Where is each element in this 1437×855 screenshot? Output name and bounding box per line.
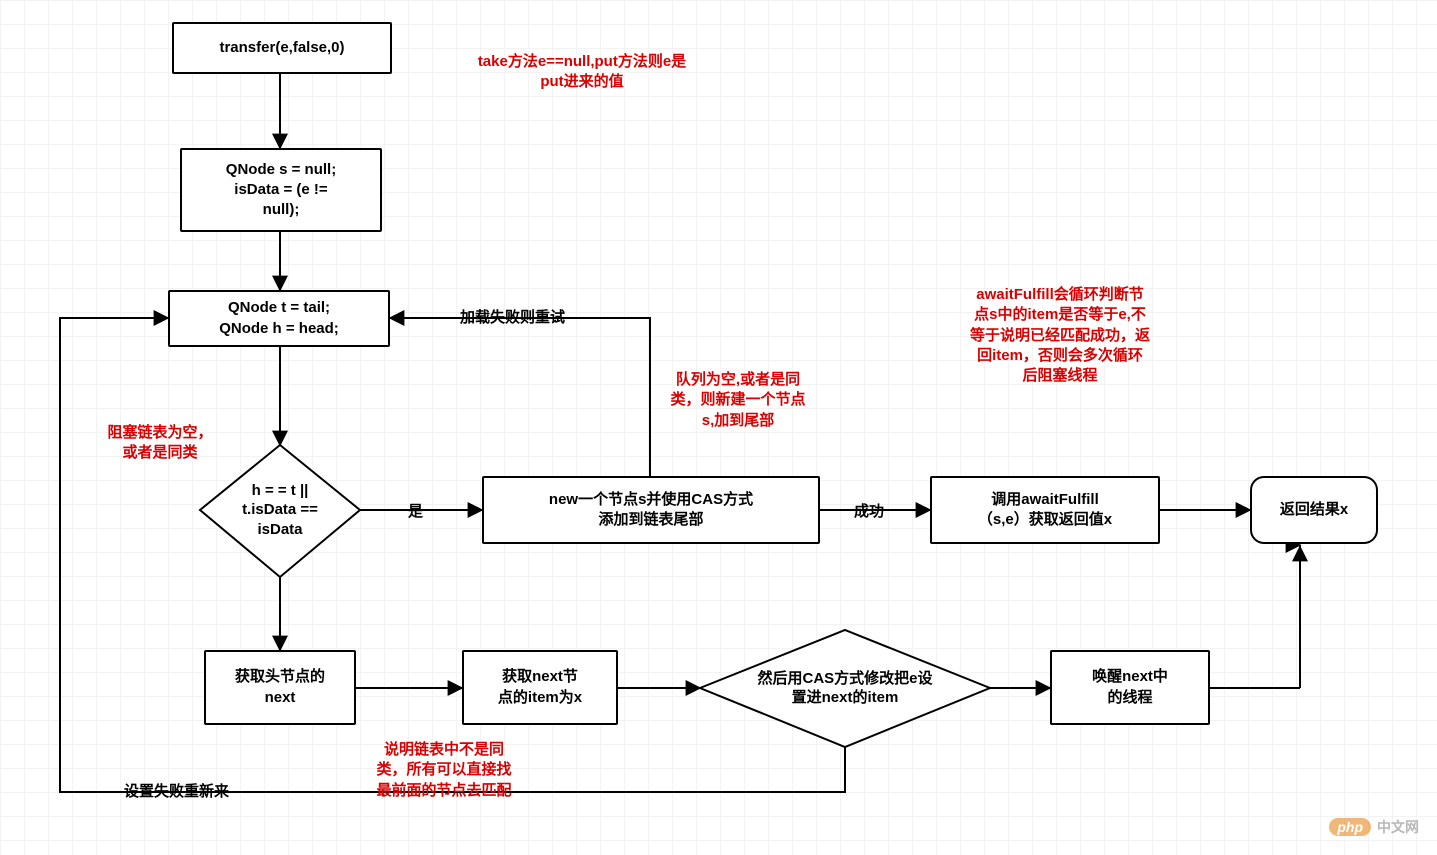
- note-not-same: 说明链表中不是同 类，所有可以直接找 最前面的节点去匹配: [344, 740, 544, 801]
- edge-label-success: 成功: [854, 500, 884, 521]
- edge-label-retry2: 设置失败重新来: [124, 780, 229, 801]
- watermark: php 中文网: [1329, 817, 1419, 837]
- node-get-head-next: 获取头节点的 next: [204, 650, 356, 725]
- decision-cond-text: h = = t || t.isData == isData: [208, 478, 352, 542]
- decision-cas-text: 然后用CAS方式修改把e设 置进next的item: [720, 665, 970, 711]
- node-wake: 唤醒next中 的线程: [1050, 650, 1210, 725]
- node-init: QNode s = null; isData = (e != null);: [180, 148, 382, 232]
- note-queue-empty: 队列为空,或者是同 类，则新建一个节点 s,加到尾部: [638, 370, 838, 431]
- edge-label-retry: 加载失败则重试: [460, 306, 565, 327]
- node-get-next-item: 获取next节 点的item为x: [462, 650, 618, 725]
- node-await: 调用awaitFulfill （s,e）获取返回值x: [930, 476, 1160, 544]
- edge-label-yes: 是: [408, 500, 423, 521]
- note-await: awaitFulfill会循环判断节 点s中的item是否等于e,不 等于说明已…: [930, 285, 1190, 386]
- node-return: 返回结果x: [1250, 476, 1378, 544]
- note-take-put: take方法e==null,put方法则e是 put进来的值: [432, 52, 732, 93]
- node-th: QNode t = tail; QNode h = head;: [168, 290, 390, 347]
- flowchart-canvas: transfer(e,false,0) QNode s = null; isDa…: [0, 0, 1437, 855]
- node-transfer: transfer(e,false,0): [172, 22, 392, 74]
- note-block-empty: 阻塞链表为空， 或者是同类: [90, 423, 230, 464]
- watermark-text: 中文网: [1377, 817, 1419, 837]
- watermark-brand: php: [1329, 818, 1371, 836]
- node-new: new一个节点s并使用CAS方式 添加到链表尾部: [482, 476, 820, 544]
